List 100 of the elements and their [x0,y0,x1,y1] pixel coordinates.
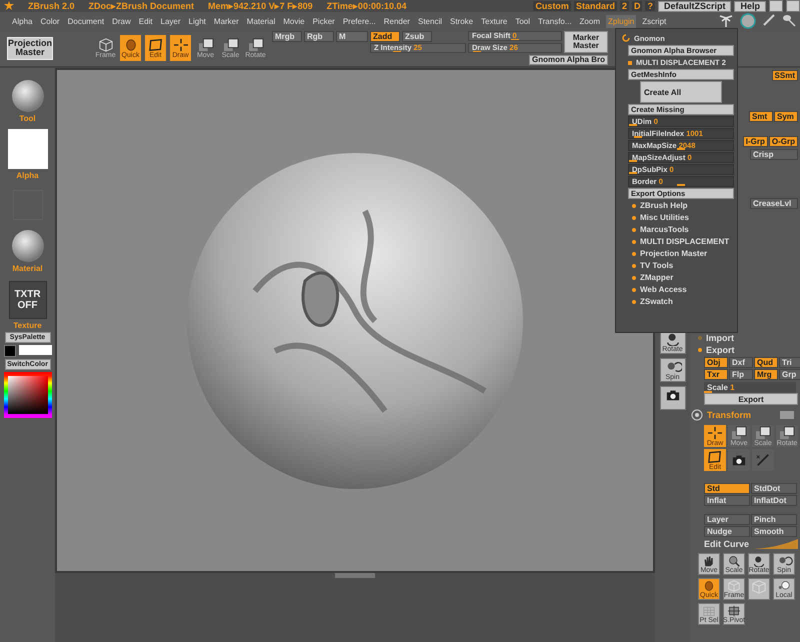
texture-thumbnail[interactable]: TXTR OFF [8,281,46,319]
toggle-button[interactable]: SSmt [772,70,798,81]
menu-item[interactable]: ZBrush Help [640,201,688,210]
menu-item[interactable]: Draw [110,14,133,28]
menu-item[interactable]: Stroke [448,14,476,28]
export-button[interactable]: Export [704,393,798,405]
toggle-button[interactable]: Mrg [754,369,778,380]
toggle-button[interactable]: CreaseLvl [750,198,798,209]
menu-item[interactable]: TV Tools [640,261,674,270]
cube-icon [96,38,114,52]
menu-button[interactable]: Create All [640,81,722,103]
layout-button[interactable]: 2 [620,1,629,11]
app-title: ZBrush 2.0 [28,1,75,11]
brush-button[interactable]: Pinch [751,514,797,525]
color-picker[interactable] [4,372,52,418]
section-title[interactable]: Transform [707,410,752,420]
menu-item[interactable]: Light [186,14,208,28]
layout-button[interactable]: Standard [574,1,617,11]
crosshair-icon [172,38,190,52]
menu-item[interactable]: Color [38,14,62,28]
menu-item[interactable]: Zoom [578,14,602,28]
menu-item[interactable]: ZMapper [640,273,674,282]
brush-button[interactable]: Smooth [751,526,797,537]
menu-item[interactable]: MULTI DISPLACEMENT [640,237,730,246]
section-title[interactable]: Export [706,345,735,355]
header-button[interactable]: DefaultZScript [658,0,732,12]
toggle-button[interactable]: Grp [779,369,800,380]
channel-button[interactable]: Rgb [304,31,334,42]
menu-item[interactable]: Zscript [640,14,668,28]
color-swatch[interactable] [18,345,52,355]
channel-button[interactable]: Zsub [402,31,432,42]
menu-item[interactable]: Alpha [10,14,34,28]
material-label[interactable]: Material [12,264,43,273]
menu-item[interactable]: Prefere... [340,14,378,28]
menu-item[interactable]: Picker [310,14,337,28]
menu-item[interactable]: Projection Master [640,249,708,258]
header-button[interactable]: Help [734,0,766,12]
menu-item[interactable]: Marker [212,14,241,28]
section-header[interactable]: Export [690,344,800,356]
scale-slider[interactable]: Scale 1 [704,382,796,393]
brush-button[interactable]: Layer [704,514,750,525]
toggle-button[interactable]: O-Grp [768,136,798,147]
menu-item[interactable]: ZSwatch [640,297,673,306]
toggle-button[interactable]: Tri [779,357,800,368]
menu-item[interactable]: Layer [158,14,183,28]
toggle-button[interactable]: I-Grp [742,136,768,147]
toggle-button[interactable]: Dxf [729,357,753,368]
marker-master-button[interactable]: Marker Master [564,31,608,53]
channel-button[interactable]: M [336,31,368,42]
minimize-icon[interactable] [769,0,783,12]
pen-icon [754,453,772,467]
menu-item[interactable]: Web Access [640,285,687,294]
toggle-button[interactable]: Obj [704,357,728,368]
menu-item[interactable]: Movie [281,14,307,28]
shelf-button[interactable] [660,386,686,410]
color-swatch[interactable] [4,345,16,357]
menu-item[interactable]: Misc Utilities [640,213,689,222]
restore-icon[interactable] [786,0,800,12]
channel-button[interactable]: Mrgb [272,31,302,42]
layout-button[interactable]: D [632,1,642,11]
toggle-button[interactable]: Crisp [750,149,798,160]
material-thumbnail[interactable] [12,230,44,262]
section-title[interactable]: Import [706,333,734,343]
view-button[interactable] [748,578,770,600]
texture-label[interactable]: Texture [13,321,42,330]
section-header[interactable]: Import [690,332,800,344]
menu-item[interactable]: Tool [513,14,532,28]
menu-item[interactable]: Document [66,14,106,28]
tool-thumbnail[interactable] [12,80,44,112]
menu-item[interactable]: Material [244,14,278,28]
alpha-label[interactable]: Alpha [16,171,39,180]
menu-item[interactable]: Stencil [416,14,444,28]
menu-item[interactable]: MarcusTools [640,225,689,234]
tool-label[interactable]: Tool [19,114,36,123]
toggle-button[interactable]: Qud [754,357,778,368]
channel-button[interactable]: Zadd [370,31,400,42]
canvas-handle[interactable] [335,573,375,578]
menu-item[interactable]: Texture [479,14,510,28]
tool-button[interactable] [728,449,750,471]
toggle-button[interactable]: Smt [749,111,773,122]
toggle-button[interactable]: Txr [704,369,728,380]
toggle-button[interactable]: Sym [774,111,798,122]
brush-button[interactable]: Nudge [704,526,750,537]
menu-item[interactable]: Edit [136,14,155,28]
brush-icon [762,13,776,27]
layout-button[interactable]: ? [645,1,655,11]
layout-button[interactable]: Custom [533,1,571,11]
refresh-icon[interactable] [622,34,631,43]
menu-item[interactable]: Render [382,14,412,28]
toggle-button[interactable]: Flp [729,369,753,380]
stroke-button[interactable]: StdDot [751,483,797,494]
gnomon-button[interactable]: Gnomon Alpha Bro [528,55,608,65]
projection-master-button[interactable]: Projection Master [7,36,53,60]
edit-curve-label[interactable]: Edit Curve [704,539,750,549]
menu-item[interactable]: Transfo... [536,14,574,28]
stroke-button[interactable]: Inflat [704,495,750,506]
polygon-icon [706,450,724,464]
stroke-button[interactable]: InflatDot [751,495,797,506]
alpha-thumbnail[interactable] [8,129,48,169]
stroke-button[interactable]: Std [704,483,750,494]
